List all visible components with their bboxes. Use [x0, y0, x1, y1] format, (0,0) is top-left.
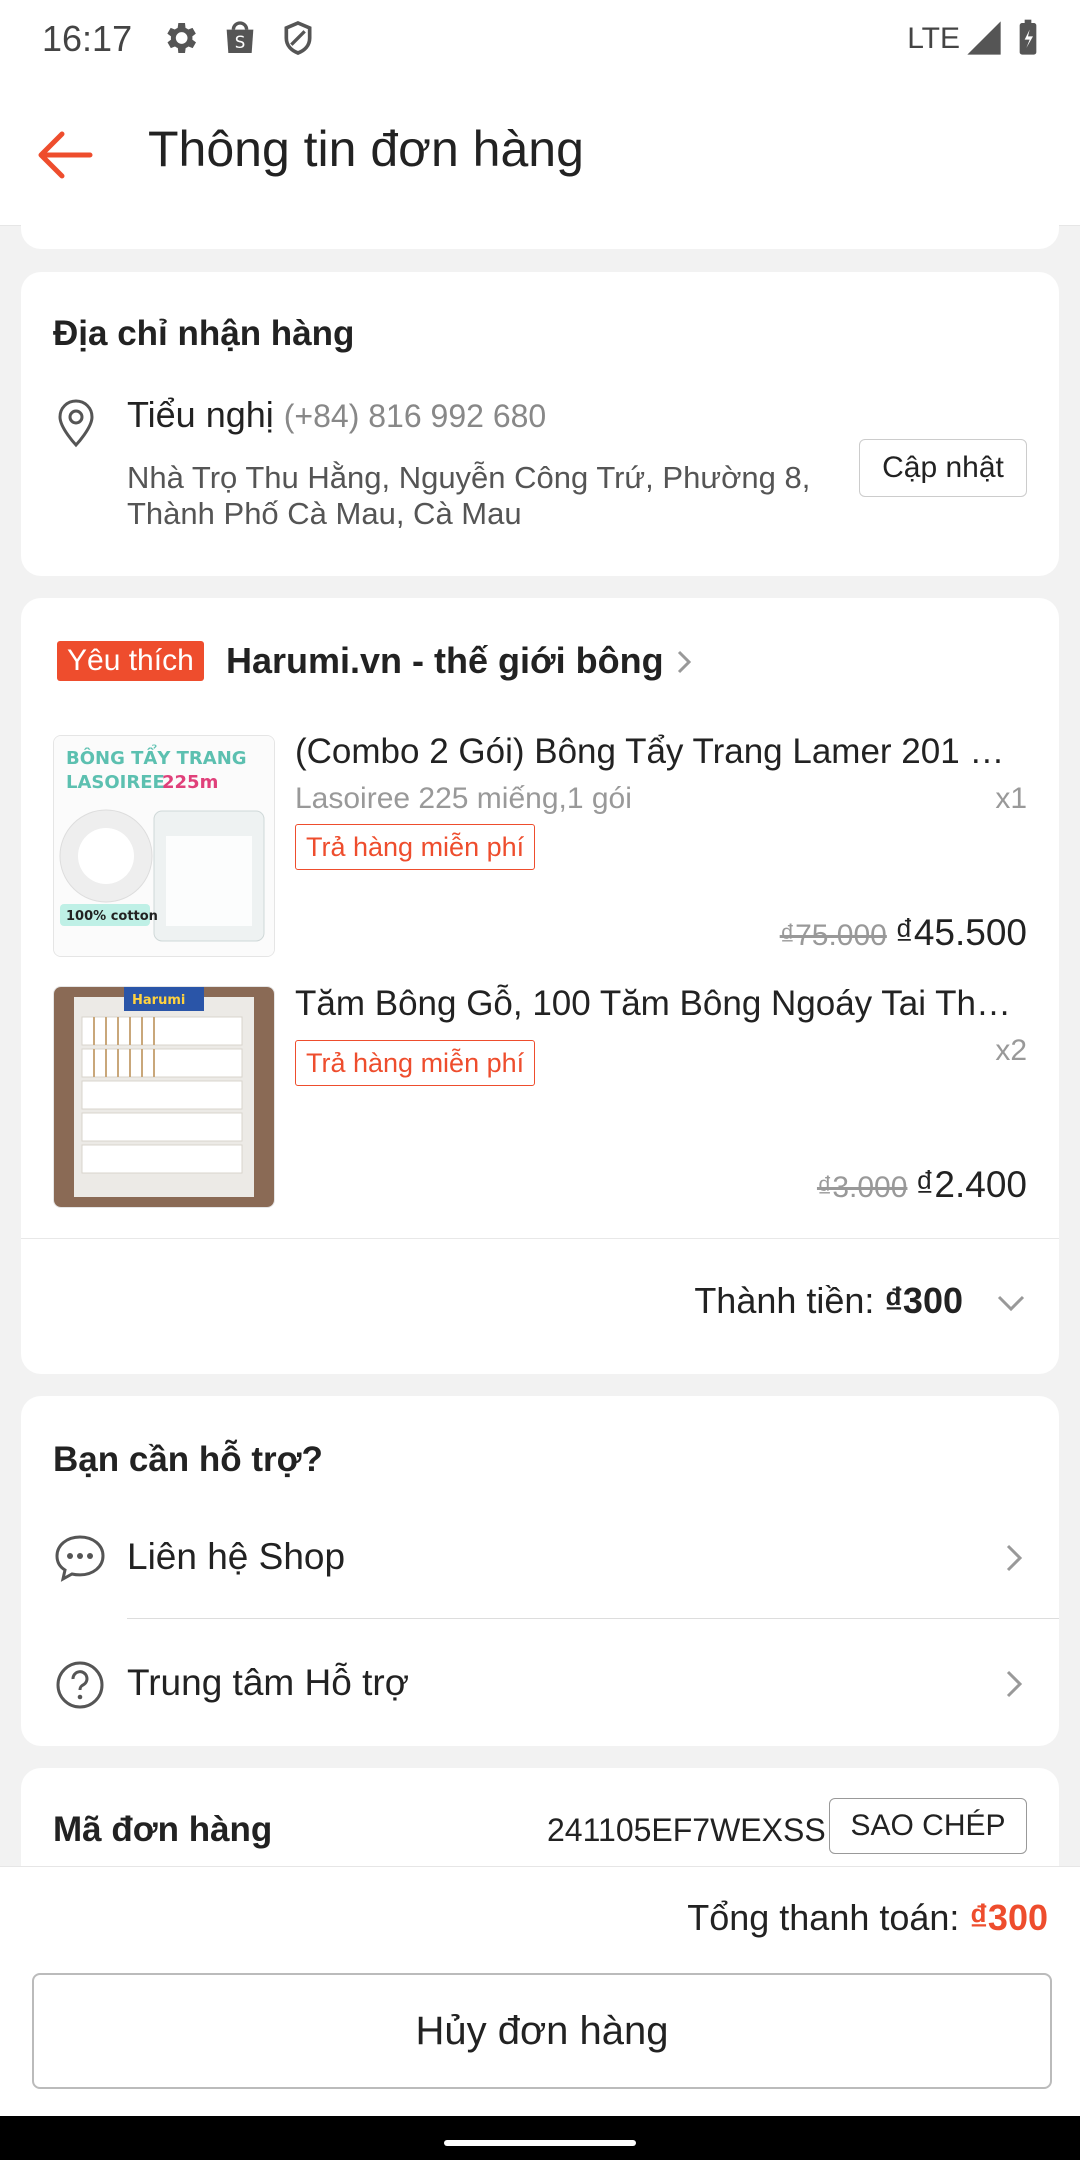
address-line-2: Thành Phố Cà Mau, Cà Mau: [127, 496, 522, 531]
signal-icon: [967, 21, 1001, 55]
order-id-label: Mã đơn hàng: [53, 1810, 273, 1849]
status-bar: 16:17 S LTE: [0, 0, 1080, 80]
svg-text:S: S: [235, 33, 246, 52]
favorite-badge: Yêu thích: [57, 641, 204, 681]
previous-card-edge: [21, 225, 1059, 249]
payment-total-label: Tổng thanh toán:: [687, 1897, 960, 1938]
product-image: BÔNG TẨY TRANG LASOIREE 225m 100% cotton: [54, 736, 274, 956]
recipient-phone: (+84) 816 992 680: [283, 398, 547, 434]
product-quantity: x1: [995, 782, 1027, 815]
product-thumbnail[interactable]: BÔNG TẨY TRANG LASOIREE 225m 100% cotton: [53, 735, 275, 957]
subtotal-label: Thành tiền:: [694, 1280, 875, 1321]
recipient-line: Tiểu nghị (+84) 816 992 680: [127, 394, 546, 436]
update-address-button[interactable]: Cập nhật: [859, 439, 1027, 497]
page-title: Thông tin đơn hàng: [148, 121, 584, 177]
payment-total: Tổng thanh toán: ₫300: [687, 1897, 1048, 1939]
support-item-label: Trung tâm Hỗ trợ: [127, 1662, 409, 1703]
bottom-action-bar: Tổng thanh toán: ₫300 Hủy đơn hàng: [0, 1866, 1080, 2117]
address-card: Địa chỉ nhận hàng Tiểu nghị (+84) 816 992…: [21, 272, 1059, 576]
sale-price: ₫2.400: [915, 1164, 1027, 1205]
original-price: ₫75.000: [779, 919, 887, 952]
subtotal-value: ₫300: [884, 1280, 963, 1321]
recipient-name: Tiểu nghị: [127, 394, 274, 435]
payment-total-value: ₫300: [969, 1897, 1048, 1938]
app-bar: Thông tin đơn hàng: [0, 80, 1080, 226]
product-price: ₫3.000 ₫2.400: [817, 1164, 1027, 1206]
thumb-text: 225m: [162, 772, 218, 793]
shop-name[interactable]: Harumi.vn - thế giới bông: [226, 640, 664, 682]
free-return-tag: Trả hàng miễn phí: [295, 1040, 536, 1086]
shop-bag-icon: S: [226, 21, 254, 53]
thumb-text: BÔNG TẨY TRANG: [66, 744, 247, 769]
network-type: LTE: [907, 22, 960, 55]
product-thumbnail[interactable]: Harumi: [53, 986, 275, 1208]
back-arrow-icon[interactable]: [30, 120, 100, 190]
chevron-right-icon: [1006, 1544, 1023, 1572]
order-id-value: 241105EF7WEXSS: [547, 1812, 826, 1848]
cancel-order-button[interactable]: Hủy đơn hàng: [32, 1973, 1052, 2089]
chevron-right-icon: [1006, 1670, 1023, 1698]
battery-icon: [1019, 19, 1037, 55]
home-gesture-handle[interactable]: [444, 2140, 636, 2146]
chevron-down-icon[interactable]: [991, 1288, 1031, 1318]
shop-card: Yêu thích Harumi.vn - thế giới bông BÔNG…: [21, 598, 1059, 1374]
address-heading: Địa chỉ nhận hàng: [53, 314, 355, 353]
status-time: 16:17: [42, 18, 133, 59]
thumb-text: 100% cotton: [66, 909, 158, 924]
gear-icon: [167, 23, 196, 53]
order-subtotal[interactable]: Thành tiền: ₫300: [694, 1280, 963, 1322]
product-quantity: x2: [995, 1034, 1027, 1067]
product-variant: Lasoiree 225 miếng,1 gói: [295, 782, 632, 815]
free-return-tag: Trả hàng miễn phí: [295, 824, 536, 870]
product-name[interactable]: Tăm Bông Gỗ, 100 Tăm Bông Ngoáy Tai Th…: [295, 984, 1025, 1024]
support-heading: Bạn cần hỗ trợ?: [53, 1440, 323, 1479]
divider: [127, 1618, 1059, 1619]
support-item-label: Liên hệ Shop: [127, 1536, 346, 1577]
system-nav-bar: [0, 2116, 1080, 2160]
chat-icon: [55, 1535, 105, 1582]
copy-button[interactable]: SAO CHÉP: [829, 1798, 1027, 1854]
original-price: ₫3.000: [816, 1171, 908, 1204]
thumb-text: LASOIREE: [66, 772, 165, 793]
help-circle-icon: [56, 1661, 104, 1709]
product-price: ₫75.000 ₫45.500: [780, 912, 1027, 954]
product-name[interactable]: (Combo 2 Gói) Bông Tẩy Trang Lamer 201 …: [295, 732, 1025, 772]
support-card: Bạn cần hỗ trợ? Liên hệ Shop Trung tâm H…: [21, 1396, 1059, 1746]
shield-icon: [284, 21, 312, 55]
product-image: Harumi: [54, 987, 274, 1207]
location-pin-icon: [58, 399, 94, 448]
chevron-right-icon[interactable]: [669, 644, 699, 680]
divider: [21, 1238, 1059, 1239]
sale-price: ₫45.500: [894, 912, 1027, 953]
address-line-1: Nhà Trọ Thu Hằng, Nguyễn Công Trứ, Phườn…: [127, 460, 811, 495]
thumb-text: Harumi: [132, 993, 185, 1008]
